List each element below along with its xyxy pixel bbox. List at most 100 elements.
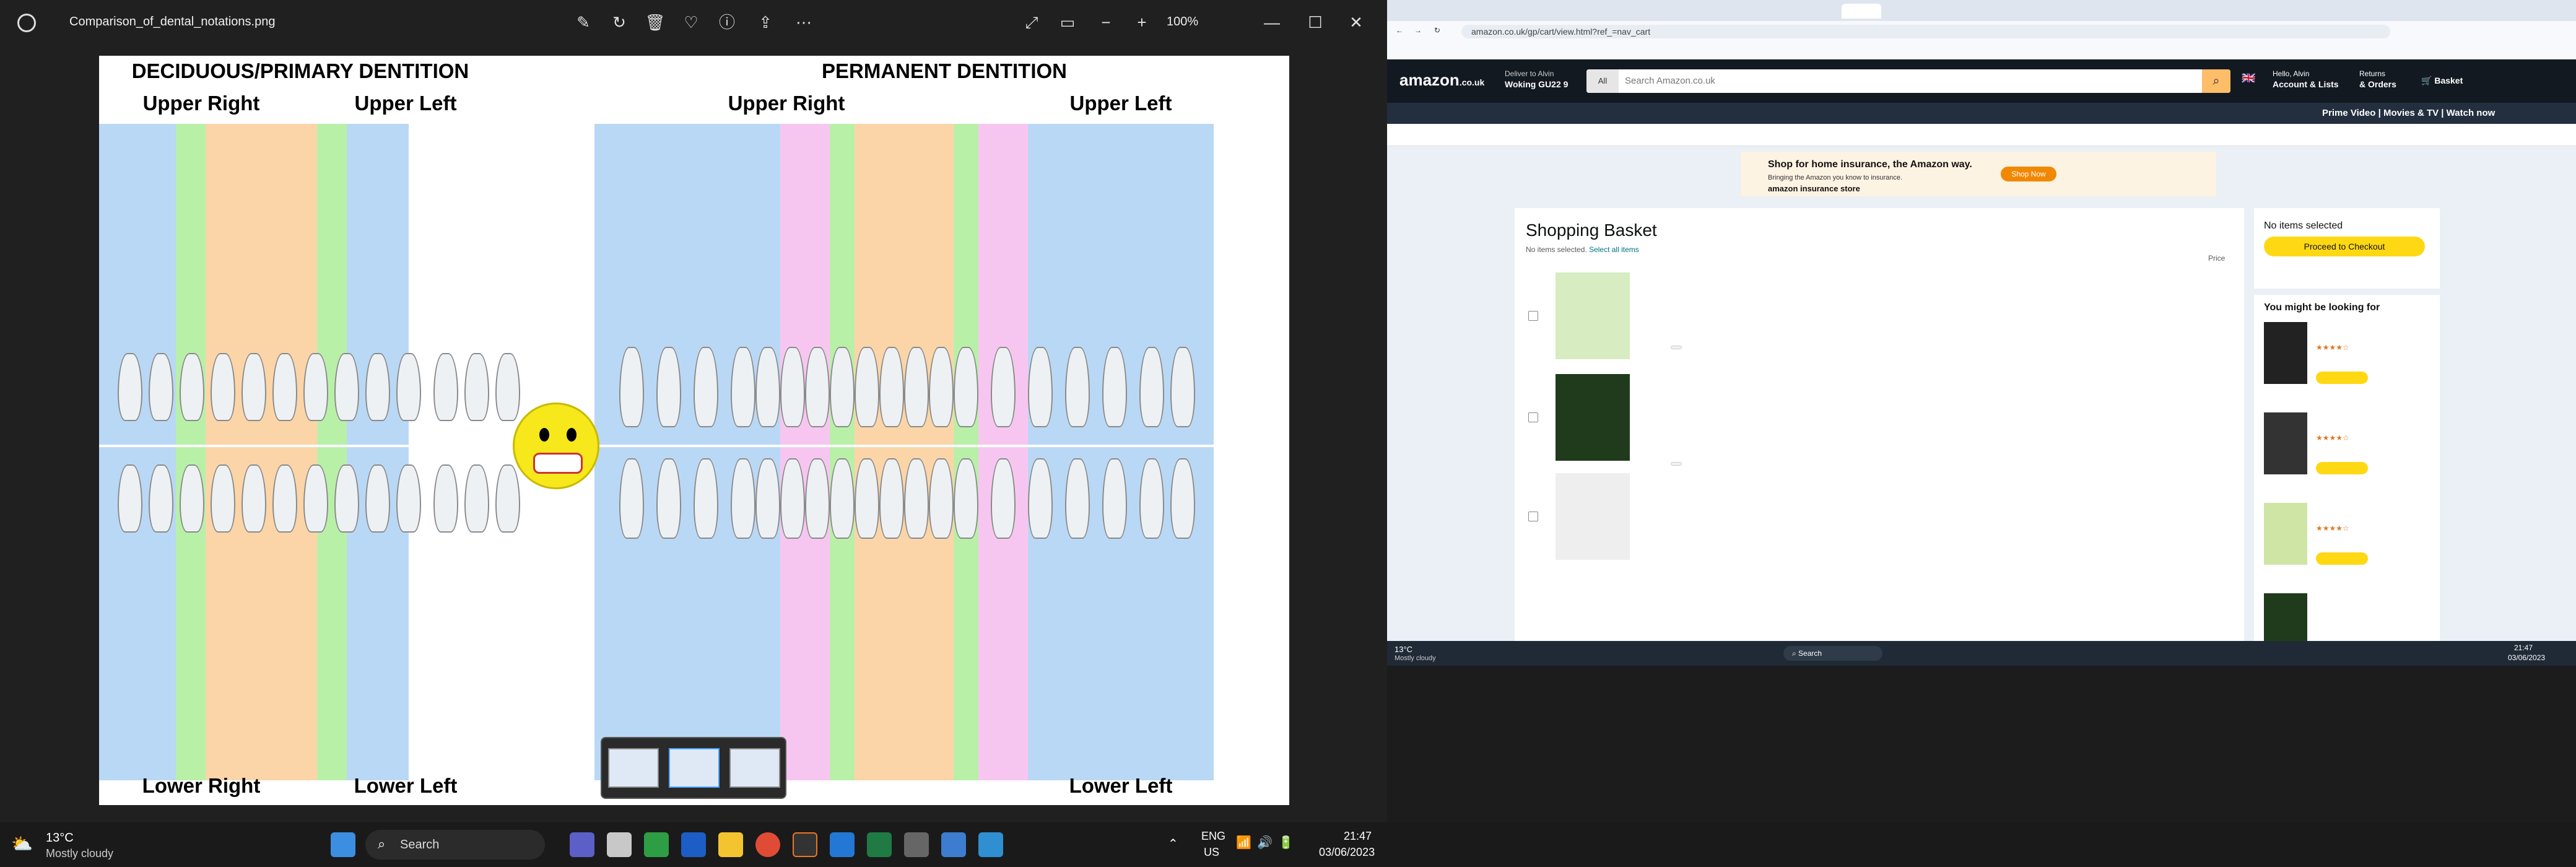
- browser-tab[interactable]: [2109, 4, 2149, 19]
- file-manager-icon[interactable]: [607, 832, 632, 857]
- language[interactable]: ENG: [1201, 830, 1225, 843]
- account-greeting[interactable]: Hello, Alvin: [2273, 69, 2309, 78]
- browser-tab[interactable]: [2198, 4, 2238, 19]
- select-all-link[interactable]: Select all items: [1589, 245, 1639, 254]
- basket-button[interactable]: 🛒 Basket: [2421, 76, 2463, 86]
- checkout-button[interactable]: Proceed to Checkout: [2264, 237, 2425, 256]
- item-checkbox[interactable]: [1528, 512, 1538, 521]
- teams-icon[interactable]: [570, 832, 594, 857]
- terminal-icon[interactable]: [793, 832, 817, 857]
- favorite-icon[interactable]: ♡: [680, 11, 702, 33]
- orders-label[interactable]: & Orders: [2359, 79, 2396, 89]
- browser-tab[interactable]: [1574, 4, 1614, 19]
- browser-tab[interactable]: [2510, 4, 2550, 19]
- browser-tab[interactable]: [1975, 4, 2015, 19]
- browser-tab[interactable]: [2154, 4, 2193, 19]
- weather-temp[interactable]: 13°C: [46, 831, 74, 845]
- thumbnail-strip[interactable]: [601, 737, 786, 799]
- wifi-icon[interactable]: 📶: [1236, 835, 1251, 850]
- thumbnail[interactable]: [729, 748, 780, 788]
- browser-tab[interactable]: [1886, 4, 1926, 19]
- browser-tab[interactable]: [2020, 4, 2060, 19]
- browser-tab[interactable]: [1752, 4, 1792, 19]
- app-icon-3[interactable]: [978, 832, 1003, 857]
- tray-chevron-icon[interactable]: ⌃: [1168, 836, 1178, 852]
- browser-tab[interactable]: [2065, 4, 2104, 19]
- add-to-basket-button[interactable]: [2316, 372, 2368, 384]
- browser-tab[interactable]: [1663, 4, 1703, 19]
- browser-tab[interactable]: [1530, 4, 1569, 19]
- clock[interactable]: 21:47: [1344, 830, 1372, 843]
- more-icon[interactable]: ⋯: [793, 11, 815, 33]
- browser-tab[interactable]: [2243, 4, 2282, 19]
- excel-icon[interactable]: [867, 832, 892, 857]
- weather-icon[interactable]: ⛅: [11, 834, 33, 854]
- browser-tab[interactable]: [1931, 4, 1970, 19]
- browser-tab[interactable]: [2332, 4, 2372, 19]
- volume-icon[interactable]: 🔊: [1257, 835, 1273, 850]
- add-to-basket-button[interactable]: [2316, 552, 2368, 565]
- search-category[interactable]: All: [1586, 69, 1619, 93]
- taskbar-search[interactable]: ⌕ Search: [365, 830, 545, 860]
- item-checkbox[interactable]: [1528, 412, 1538, 422]
- vscode-icon[interactable]: [830, 832, 855, 857]
- date[interactable]: 03/06/2023: [1319, 846, 1375, 859]
- back-icon[interactable]: ←: [1396, 26, 1403, 41]
- item-checkbox[interactable]: [1528, 311, 1538, 321]
- amazon-search-bar[interactable]: All Search Amazon.co.uk ⌕: [1586, 69, 2230, 93]
- browser-tab[interactable]: [1619, 4, 1658, 19]
- app-green-icon[interactable]: [644, 832, 669, 857]
- minimize-icon[interactable]: —: [1261, 11, 1283, 33]
- amazon-logo[interactable]: amazon.co.uk: [1399, 71, 1484, 90]
- language-region[interactable]: US: [1204, 846, 1219, 859]
- browser-tab[interactable]: [1440, 4, 1480, 19]
- qty-select[interactable]: [1671, 462, 1682, 466]
- item-image[interactable]: [1556, 374, 1630, 461]
- app-icon-2[interactable]: [941, 832, 966, 857]
- rec-image[interactable]: [2264, 412, 2307, 474]
- browser-tab[interactable]: [1797, 4, 1837, 19]
- fullscreen-icon[interactable]: ⤢: [1020, 11, 1043, 33]
- search-box-2[interactable]: ⌕ Search: [1783, 646, 1882, 661]
- battery-icon[interactable]: 🔋: [1278, 835, 1294, 850]
- browser-tab[interactable]: [1708, 4, 1747, 19]
- browser-tab[interactable]: [2421, 4, 2461, 19]
- prime-video-promo[interactable]: Prime Video | Movies & TV | Watch now: [2322, 108, 2495, 118]
- qty-select[interactable]: [1671, 346, 1682, 349]
- flag-icon[interactable]: 🇬🇧: [2242, 72, 2255, 85]
- zoom-in-icon[interactable]: +: [1131, 11, 1153, 33]
- search-placeholder[interactable]: Search Amazon.co.uk: [1625, 76, 1715, 86]
- shop-now-button[interactable]: Shop Now: [2001, 167, 2056, 181]
- info-icon[interactable]: ⓘ: [716, 11, 738, 33]
- forward-icon[interactable]: →: [1414, 26, 1422, 41]
- thumbnail-selected[interactable]: [669, 748, 720, 788]
- add-to-basket-button[interactable]: [2316, 462, 2368, 474]
- rec-image[interactable]: [2264, 503, 2307, 565]
- explorer-icon[interactable]: [718, 832, 743, 857]
- insurance-banner[interactable]: Shop for home insurance, the Amazon way.…: [1740, 151, 2217, 197]
- share-icon[interactable]: ⇪: [754, 11, 777, 33]
- browser-tab[interactable]: [1842, 4, 1881, 19]
- returns-label[interactable]: Returns: [2359, 69, 2385, 78]
- weather-text[interactable]: Mostly cloudy: [46, 847, 113, 860]
- account-lists[interactable]: Account & Lists: [2273, 79, 2339, 89]
- browser-tab[interactable]: [2466, 4, 2505, 19]
- reload-icon[interactable]: ↻: [1434, 26, 1440, 41]
- browser-tab[interactable]: [1396, 4, 1435, 19]
- browser-tab[interactable]: [1485, 4, 1525, 19]
- fit-icon[interactable]: ▭: [1056, 11, 1079, 33]
- browser-tab[interactable]: [2287, 4, 2327, 19]
- zoom-out-icon[interactable]: −: [1095, 11, 1117, 33]
- deliver-location[interactable]: Woking GU22 9: [1505, 79, 1568, 89]
- maximize-icon[interactable]: ☐: [1304, 11, 1326, 33]
- word-icon[interactable]: [681, 832, 706, 857]
- browser-tab[interactable]: [2377, 4, 2416, 19]
- app-icon[interactable]: [904, 832, 929, 857]
- delete-icon[interactable]: 🗑: [644, 11, 666, 33]
- item-image[interactable]: [1556, 473, 1630, 560]
- close-icon[interactable]: ✕: [1345, 11, 1367, 33]
- chrome-icon[interactable]: [755, 832, 780, 857]
- rec-image[interactable]: [2264, 322, 2307, 384]
- thumbnail[interactable]: [608, 748, 659, 788]
- deliver-to[interactable]: Deliver to Alvin: [1505, 69, 1554, 78]
